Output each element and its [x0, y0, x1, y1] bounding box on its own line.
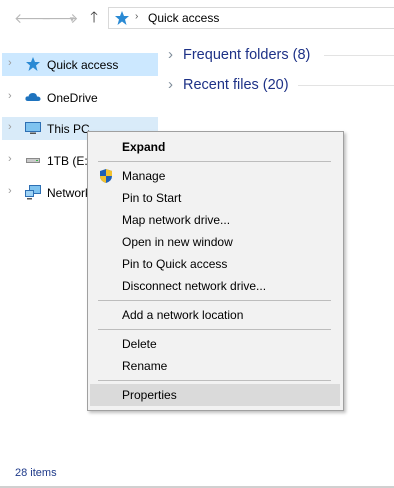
computer-icon — [25, 122, 41, 134]
drive-icon — [26, 158, 40, 163]
address-path[interactable]: Quick access — [148, 11, 219, 25]
star-icon — [115, 11, 129, 25]
network-icon — [25, 185, 41, 200]
group-title[interactable]: Recent files (20) — [183, 77, 289, 93]
menu-item-pin-quick-access[interactable]: Pin to Quick access — [90, 253, 340, 275]
sidebar-item-label: OneDrive — [47, 91, 98, 105]
chevron-right-icon[interactable]: › — [8, 57, 12, 69]
navigation-bar: 🡐 🡒 ▾ 🡑 › Quick access — [0, 0, 394, 36]
group-divider — [298, 85, 394, 86]
shield-icon — [100, 169, 112, 183]
forward-button[interactable]: 🡒 — [41, 10, 79, 26]
menu-item-rename[interactable]: Rename — [90, 355, 340, 377]
chevron-right-icon[interactable]: › — [168, 46, 173, 63]
sidebar-item-label: This PC — [47, 122, 90, 136]
menu-separator — [98, 300, 331, 301]
back-button[interactable]: 🡐 — [14, 10, 52, 26]
address-separator: › — [135, 11, 139, 22]
sidebar-item-label: Network — [47, 186, 92, 200]
menu-separator — [98, 329, 331, 330]
chevron-right-icon[interactable]: › — [8, 185, 12, 197]
up-button[interactable]: 🡑 — [86, 10, 102, 26]
group-divider — [324, 55, 394, 56]
menu-item-properties[interactable]: Properties — [90, 384, 340, 406]
menu-item-open-new-window[interactable]: Open in new window — [90, 231, 340, 253]
menu-separator — [98, 380, 331, 381]
group-recent-files[interactable]: › Recent files (20) — [168, 75, 394, 97]
address-bar[interactable]: › Quick access — [108, 7, 394, 29]
menu-item-map-network-drive[interactable]: Map network drive... — [90, 209, 340, 231]
group-title[interactable]: Frequent folders (8) — [183, 47, 310, 63]
status-item-count: 28 items — [15, 467, 57, 479]
menu-item-disconnect-network-drive[interactable]: Disconnect network drive... — [90, 275, 340, 297]
chevron-right-icon[interactable]: › — [8, 90, 12, 102]
menu-item-delete[interactable]: Delete — [90, 333, 340, 355]
group-frequent-folders[interactable]: › Frequent folders (8) — [168, 45, 394, 67]
menu-item-expand[interactable]: Expand — [90, 136, 340, 158]
sidebar-item-label: 1TB (E:) — [47, 154, 92, 168]
menu-item-pin-to-start[interactable]: Pin to Start — [90, 187, 340, 209]
chevron-right-icon[interactable]: › — [8, 121, 12, 133]
sidebar-item-quick-access[interactable]: › Quick access — [2, 53, 158, 76]
chevron-right-icon[interactable]: › — [8, 153, 12, 165]
context-menu: Expand Manage Pin to Start Map network d… — [87, 131, 344, 411]
menu-separator — [98, 161, 331, 162]
recent-locations-button[interactable]: ▾ — [64, 11, 80, 27]
sidebar-item-onedrive[interactable]: › OneDrive — [2, 86, 158, 109]
menu-item-manage[interactable]: Manage — [90, 165, 340, 187]
cloud-icon — [25, 93, 41, 101]
sidebar-item-label: Quick access — [47, 58, 119, 72]
chevron-right-icon[interactable]: › — [168, 76, 173, 93]
menu-item-add-network-location[interactable]: Add a network location — [90, 304, 340, 326]
star-icon — [26, 57, 40, 71]
